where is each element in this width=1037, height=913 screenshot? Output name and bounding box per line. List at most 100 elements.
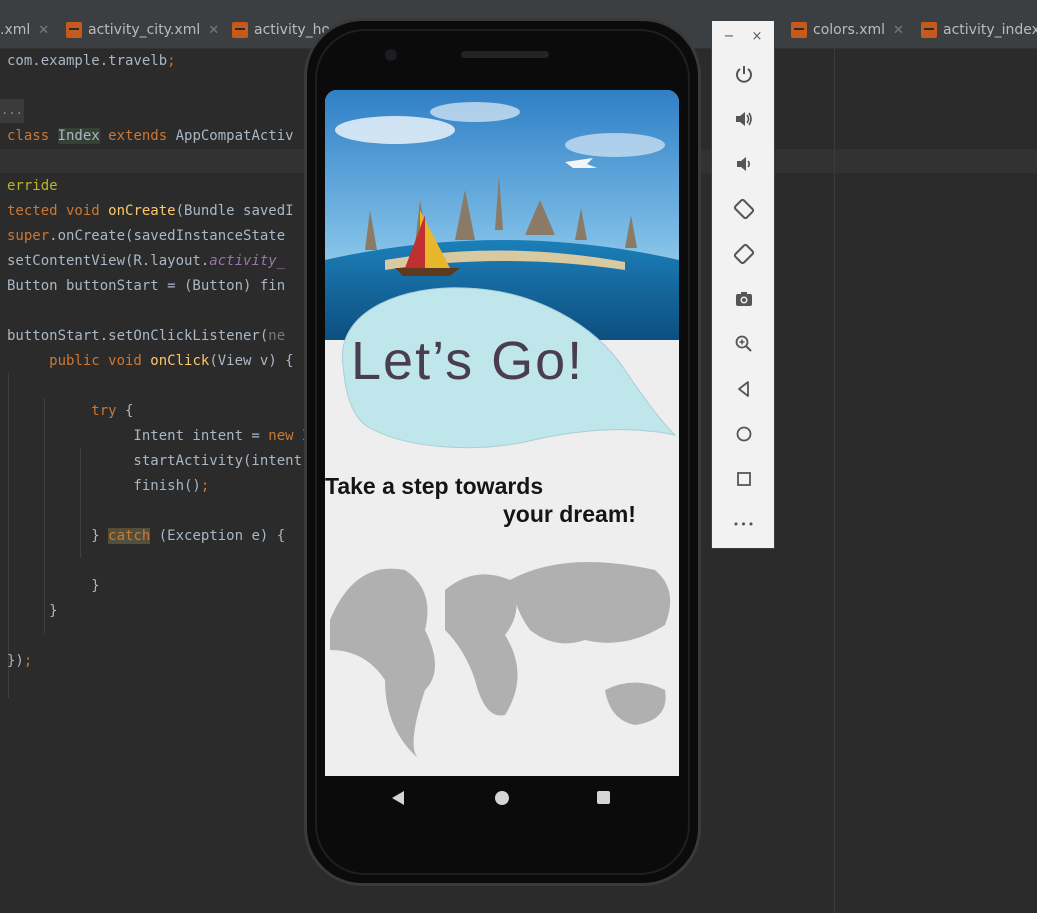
code-token: Button buttonStart = (Button) fin	[7, 278, 286, 294]
nav-back-button[interactable]	[389, 788, 409, 808]
rotate-right-icon	[733, 243, 755, 265]
app-screen[interactable]: Let’s Go! Take a step towards your dream…	[325, 90, 679, 776]
code-token: onClick	[150, 353, 210, 369]
code-line: tected void onCreate(Bundle savedI	[7, 199, 294, 224]
code-line: }	[7, 599, 58, 624]
code-line: com.example.travelb;	[7, 49, 176, 74]
emulator-overview-button[interactable]	[731, 466, 757, 492]
code-token: class	[7, 128, 58, 144]
code-token: finish()	[7, 478, 201, 494]
map-africa-europe	[445, 574, 518, 716]
app-headline: Let’s Go!	[351, 331, 585, 391]
code-token: new	[268, 428, 303, 444]
more-icon[interactable]: •••	[731, 511, 757, 537]
volume-down-icon	[737, 157, 751, 171]
rotate-left-icon	[733, 198, 755, 220]
map-australia	[605, 682, 666, 725]
close-icon[interactable]: ✕	[208, 23, 219, 38]
code-line: });	[7, 649, 32, 674]
code-token: AppCompatActiv	[175, 128, 294, 144]
home-icon	[736, 426, 752, 442]
code-token: com.example.travelb	[7, 53, 168, 69]
emulator-toolbar: − × •••	[711, 20, 775, 549]
volume-up-button[interactable]	[731, 106, 757, 132]
close-icon[interactable]: ✕	[893, 23, 904, 38]
code-token: (Bundle savedI	[175, 203, 294, 219]
tab-label: colors.xml	[813, 22, 886, 38]
code-line: buttonStart.setOnClickListener(ne	[7, 324, 285, 349]
code-token: Intent intent =	[7, 428, 269, 444]
code-token: public void	[7, 353, 151, 369]
camera-icon	[736, 292, 752, 306]
code-line: try {	[7, 399, 133, 424]
xml-file-icon	[232, 22, 248, 38]
close-icon[interactable]: ✕	[38, 23, 49, 38]
nav-home-button[interactable]	[492, 788, 512, 808]
tab-label: .xml	[0, 22, 31, 38]
code-token: (View v) {	[209, 353, 294, 369]
map-americas	[330, 568, 435, 760]
emulator-home-button[interactable]	[731, 421, 757, 447]
code-line: class Index extends AppCompatActiv	[7, 124, 294, 149]
app-tagline-line1: Take a step towards	[325, 473, 544, 499]
code-line: Intent intent = new I	[7, 424, 310, 449]
code-token: super	[7, 228, 50, 244]
tab-colors[interactable]: colors.xml ✕	[791, 12, 904, 48]
xml-file-icon	[921, 22, 937, 38]
sailboat-hull	[395, 268, 460, 276]
tab-label: activity_index.x	[943, 22, 1037, 38]
code-line: super.onCreate(savedInstanceState	[7, 224, 285, 249]
nav-recent-button[interactable]	[594, 788, 614, 808]
phone-speaker	[461, 51, 549, 58]
code-line: startActivity(intent)	[7, 449, 310, 474]
code-token: tected void	[7, 203, 109, 219]
screenshot-button[interactable]	[731, 286, 757, 312]
code-line: public void onClick(View v) {	[7, 349, 294, 374]
back-icon	[738, 381, 749, 397]
zoom-button[interactable]	[731, 331, 757, 357]
code-token: {	[125, 403, 134, 419]
power-button[interactable]	[731, 61, 757, 87]
power-icon	[736, 66, 752, 83]
code-token: ;	[200, 478, 210, 494]
code-token: .onCreate(savedInstanceState	[49, 228, 286, 244]
cloud	[430, 102, 520, 122]
code-line: } catch (Exception e) {	[7, 524, 285, 549]
code-token: ne	[268, 328, 286, 344]
tab-activity-index[interactable]: activity_index.x	[921, 12, 1037, 48]
app-tagline-line2: your dream!	[503, 501, 636, 527]
code-token: }	[7, 528, 109, 544]
app-artwork	[325, 90, 679, 760]
code-token: Index	[57, 128, 100, 144]
code-token: buttonStart.setOnClickListener(	[7, 328, 269, 344]
code-token: }	[7, 578, 100, 594]
android-nav-bar	[325, 776, 679, 820]
tab-xml[interactable]: .xml ✕	[0, 12, 49, 48]
code-line: setContentView(R.layout.activity_	[7, 249, 285, 274]
minimize-button[interactable]: −	[721, 29, 737, 45]
emulator-back-button[interactable]	[731, 376, 757, 402]
code-token: startActivity(intent)	[7, 453, 311, 469]
overview-icon	[737, 472, 751, 486]
tab-label: activity_city.xml	[88, 22, 201, 38]
code-token: catch	[108, 528, 151, 544]
cloud	[335, 116, 455, 144]
code-token: erride	[7, 178, 58, 194]
zoom-icon	[735, 335, 752, 352]
code-token: ;	[167, 53, 176, 69]
ide-top-strip	[0, 0, 1037, 12]
code-token: })	[7, 653, 24, 669]
rotate-right-button[interactable]	[731, 241, 757, 267]
rotate-left-button[interactable]	[731, 196, 757, 222]
close-button[interactable]: ×	[749, 29, 765, 45]
volume-down-button[interactable]	[731, 151, 757, 177]
code-token: extends	[99, 128, 176, 144]
code-token: activity_	[209, 253, 286, 269]
code-token: }	[7, 603, 58, 619]
fold-marker[interactable]: ...	[0, 99, 24, 123]
tab-activity-city[interactable]: activity_city.xml ✕	[66, 12, 219, 48]
code-token: ;	[23, 653, 33, 669]
code-token: onCreate	[108, 203, 176, 219]
cloud	[565, 133, 665, 157]
code-line: erride	[7, 174, 58, 199]
